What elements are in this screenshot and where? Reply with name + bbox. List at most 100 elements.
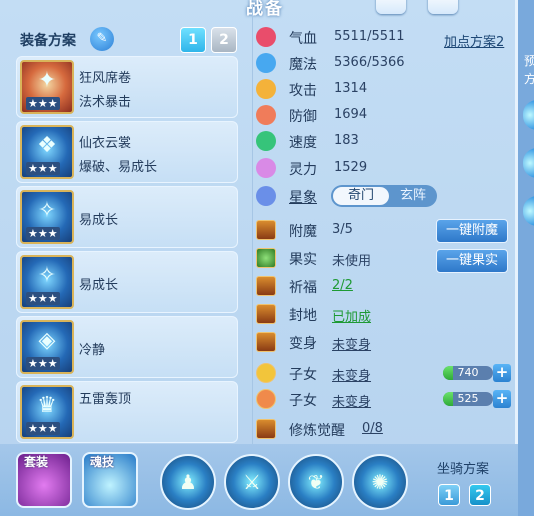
row-value[interactable]: 2/2 xyxy=(332,278,353,293)
fruit-icon xyxy=(256,248,276,268)
row-value[interactable]: 未变身 xyxy=(332,365,371,384)
stat-hp: 气血 5511/5511 xyxy=(256,26,506,50)
row-name: 封地 xyxy=(289,308,317,324)
one-click-enchant-button[interactable]: 一键附魔 xyxy=(436,219,508,243)
row-value: 3/5 xyxy=(332,222,353,237)
one-click-fruit-button[interactable]: 一键果实 xyxy=(436,249,508,273)
row-name: 变身 xyxy=(289,336,317,352)
equipment-name: 仙衣云裳 xyxy=(79,136,132,151)
stat-mp: 魔法 5366/5366 xyxy=(256,52,506,76)
shield-icon xyxy=(256,105,276,125)
row-name: 祈福 xyxy=(289,280,317,296)
equipment-effect: 法术暴击 xyxy=(79,95,132,110)
equipment-slot-3[interactable]: ✧ ★★★ 易成长 xyxy=(16,186,238,248)
child-progress-bar-2: 525 xyxy=(443,392,493,406)
row-name: 附魔 xyxy=(289,224,317,240)
fief-icon xyxy=(256,304,276,324)
transform-icon xyxy=(256,332,276,352)
robe-icon: ❖ ★★★ xyxy=(20,125,74,179)
star-label[interactable]: 星象 xyxy=(289,187,317,207)
child-progress-bar-1: 740 xyxy=(443,366,493,380)
child-icon xyxy=(256,389,276,409)
equipment-slot-5[interactable]: ◈ ★★★ 冷静 xyxy=(16,316,238,378)
mount-plan-tab-1[interactable]: 1 xyxy=(438,484,460,506)
stat-spirit: 灵力 1529 xyxy=(256,157,506,181)
side-text-2: 方 xyxy=(524,72,534,86)
stat-name: 气血 xyxy=(289,31,317,47)
star-rating: ★★★ xyxy=(26,97,60,110)
stat-name: 防御 xyxy=(289,109,317,125)
help-icon[interactable] xyxy=(376,0,406,14)
equipment-slot-6[interactable]: ♛ ★★★ 五雷轰顶 xyxy=(16,381,238,443)
transform-row: 变身 未变身 xyxy=(256,331,516,355)
tab-xuanzhen[interactable]: 玄阵 xyxy=(391,187,435,205)
skill-slot-4[interactable]: ✺ xyxy=(352,454,408,510)
fan-weapon-icon: ✦ ★★★ xyxy=(20,60,74,114)
row-value[interactable]: 已加成 xyxy=(332,306,371,325)
star-rating: ★★★ xyxy=(26,357,60,370)
mount-plan-tab-2[interactable]: 2 xyxy=(469,484,491,506)
equipment-effect: 冷静 xyxy=(79,343,106,358)
belt-icon: ◈ ★★★ xyxy=(20,320,74,374)
speed-icon xyxy=(256,131,276,151)
row-value[interactable]: 未变身 xyxy=(332,334,371,353)
row-name: 子女 xyxy=(289,367,317,383)
column-divider xyxy=(252,5,253,445)
spirit-icon xyxy=(256,158,276,178)
skill-slot-1[interactable]: ♟ xyxy=(160,454,216,510)
equipment-effect: 五雷轰顶 xyxy=(79,392,132,407)
equipment-plan-tab-1[interactable]: 1 xyxy=(180,27,206,53)
stat-name: 速度 xyxy=(289,135,317,151)
figure-icon: ♟ xyxy=(179,470,197,494)
sword-icon: ⚔ xyxy=(243,470,261,494)
mana-icon xyxy=(256,53,276,73)
child-icon xyxy=(256,363,276,383)
stat-value: 1314 xyxy=(334,81,368,96)
equipment-plan-label: 装备方案 xyxy=(20,33,76,49)
plus-icon[interactable]: + xyxy=(493,390,511,408)
equipment-slot-2[interactable]: ❖ ★★★ 仙衣云裳 爆破、易成长 xyxy=(16,121,238,183)
row-value[interactable]: 未变身 xyxy=(332,391,371,410)
row-value: 未使用 xyxy=(332,254,372,269)
side-text-1: 预 xyxy=(524,54,534,68)
stat-speed: 速度 183 xyxy=(256,130,506,154)
suit-button[interactable]: 套装 xyxy=(16,452,72,508)
leaf-icon: ❦ xyxy=(307,470,325,494)
wind-icon: ✺ xyxy=(371,470,389,494)
stat-attack: 攻击 1314 xyxy=(256,78,506,102)
equipment-plan-tab-2[interactable]: 2 xyxy=(211,27,237,53)
stat-value: 5511/5511 xyxy=(334,29,405,44)
stat-value: 1529 xyxy=(334,160,368,175)
stat-value: 5366/5366 xyxy=(334,55,405,70)
star-icon xyxy=(256,186,276,206)
soul-skill-label: 魂技 xyxy=(90,455,115,469)
progress-value: 525 xyxy=(457,392,479,405)
star-rating: ★★★ xyxy=(26,422,60,435)
row-name: 修炼觉醒 xyxy=(289,423,345,439)
equipment-slot-4[interactable]: ✧ ★★★ 易成长 xyxy=(16,251,238,313)
tab-qimen[interactable]: 奇门 xyxy=(333,187,389,205)
row-value[interactable]: 0/8 xyxy=(362,421,383,436)
soul-skill-button[interactable]: 魂技 xyxy=(82,452,138,508)
blessing-row: 祈福 2/2 xyxy=(256,275,516,299)
progress-value: 740 xyxy=(457,366,479,379)
star-formation-toggle[interactable]: 奇门 玄阵 xyxy=(331,185,437,207)
cultivation-awaken-row: 修炼觉醒 0/8 xyxy=(256,418,516,442)
stat-value: 1694 xyxy=(334,107,368,122)
share-icon[interactable] xyxy=(428,0,458,14)
skill-slot-3[interactable]: ❦ xyxy=(288,454,344,510)
skill-slot-2[interactable]: ⚔ xyxy=(224,454,280,510)
attack-icon xyxy=(256,79,276,99)
heart-icon xyxy=(256,27,276,47)
cultivation-icon xyxy=(256,419,276,439)
stat-name: 灵力 xyxy=(289,162,317,178)
stat-value: 183 xyxy=(334,133,359,148)
stat-defense: 防御 1694 xyxy=(256,104,506,128)
plus-icon[interactable]: + xyxy=(493,364,511,382)
edit-icon[interactable]: ✎ xyxy=(90,27,114,51)
equipment-effect: 爆破、易成长 xyxy=(79,160,158,175)
panel-title: 战备 xyxy=(246,0,284,19)
battle-prep-panel: 战备 装备方案 ✎ 1 2 ✦ ★★★ 狂风席卷 法术暴击 ❖ ★★★ 仙衣云裳… xyxy=(0,0,518,516)
row-name: 果实 xyxy=(289,252,317,268)
equipment-slot-1[interactable]: ✦ ★★★ 狂风席卷 法术暴击 xyxy=(16,56,238,118)
